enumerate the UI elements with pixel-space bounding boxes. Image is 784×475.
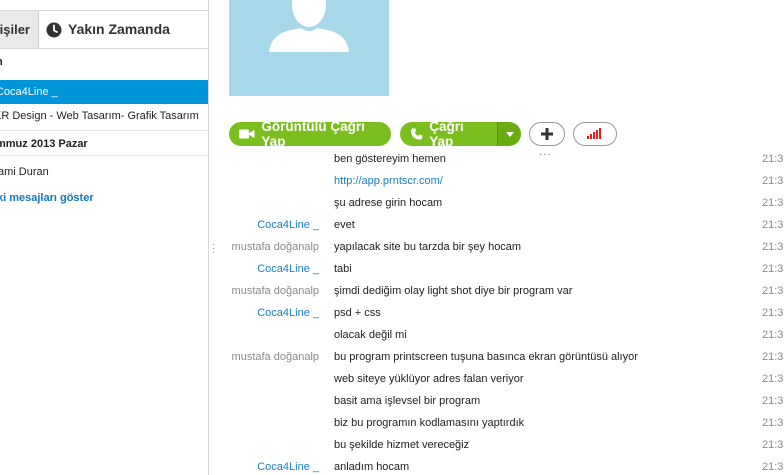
sidebar-item-label: ami Duran [0,166,49,178]
sidebar-item-label: Coca4Line _ [0,86,58,98]
message-time: 21:3 [762,329,784,341]
message-time: 21:3 [762,373,784,385]
divider [0,155,208,156]
chat-message: Coca4Line _ evet 21:3 [220,214,784,236]
message-text: biz bu programın kodlamasını yaptırdık [334,417,525,429]
call-quality-button[interactable] [573,122,617,146]
video-call-label: Görüntülü Çağrı Yap [261,119,365,149]
chat-message: ben göstereyim hemen 21:3 [220,150,784,170]
contacts-panel: işiler Yakın Zamanda n Coca4Line _ KR De… [0,0,209,475]
message-time: 21:3 [762,461,784,473]
contact-avatar [229,0,389,96]
clock-icon [46,22,62,37]
message-text: şimdi dediğim olay light shot diye bir p… [334,285,573,297]
message-time: 21:3 [762,439,784,451]
video-camera-icon [239,129,255,139]
chat-history: ben göstereyim hemen 21:3 http://app.prn… [220,150,784,475]
message-sender[interactable]: mustafa doğanalp [220,280,319,302]
phone-icon [410,128,423,140]
chat-message: basit ama işlevsel bir program 21:3 [220,390,784,412]
message-text: bu şekilde hizmet vereceğiz [334,439,470,451]
message-text: psd + css [334,307,381,319]
message-sender[interactable]: mustafa doğanalp [220,346,319,368]
message-time: 21:3 [762,307,784,319]
date-header: mmuz 2013 Pazar [0,136,208,152]
sidebar-item-coca4line[interactable]: Coca4Line _ [0,80,208,104]
section-header-label: n [0,56,3,68]
video-call-button[interactable]: Görüntülü Çağrı Yap [229,119,391,149]
message-time: 21:3 [762,219,784,231]
message-text: yapılacak site bu tarzda bir şey hocam [334,241,522,253]
message-text: olacak değil mi [334,329,407,341]
message-text: web siteye yüklüyor adres falan veriyor [334,373,524,385]
message-sender[interactable]: Coca4Line _ [220,214,319,236]
tab-contacts-label: işiler [0,22,30,37]
default-avatar-icon [269,0,349,52]
section-header: n [0,56,208,70]
chat-message: http://app.prntscr.com/ 21:3 [220,170,784,192]
chat-message: Coca4Line _ anladım hocam 21:3 [220,456,784,475]
message-text: tabi [334,263,352,275]
message-time: 21:3 [762,175,784,187]
message-time: 21:3 [762,351,784,363]
message-time: 21:3 [762,395,784,407]
signal-bars-icon [587,128,601,139]
sidebar-item-ami-duran[interactable]: ami Duran [0,164,208,180]
sidebar-item-kr-design[interactable]: KR Design - Web Tasarım- Grafik Tasarım [0,108,208,124]
message-time: 21:3 [762,153,784,165]
message-sender[interactable]: Coca4Line _ [220,302,319,324]
chat-message: Coca4Line _ psd + css 21:3 [220,302,784,324]
message-time: 21:3 [762,241,784,253]
chat-message: mustafa doğanalp bu program printscreen … [220,346,784,368]
chat-message: şu adrese girin hocam 21:3 [220,192,784,214]
chat-message: Coca4Line _ tabi 21:3 [220,258,784,280]
message-text: evet [334,219,355,231]
chat-message: mustafa doğanalp yapılacak site bu tarzd… [220,236,784,258]
show-older-messages-link[interactable]: ki mesajları göster [0,190,208,206]
message-time: 21:3 [762,285,784,297]
message-time: 21:3 [762,263,784,275]
tab-contacts[interactable]: işiler [0,11,39,48]
date-header-label: mmuz 2013 Pazar [0,138,88,150]
divider [0,130,208,131]
message-time: 21:3 [762,417,784,429]
chat-message: web siteye yüklüyor adres falan veriyor … [220,368,784,390]
sidebar-item-label: KR Design - Web Tasarım- Grafik Tasarım [0,110,199,122]
chat-message: mustafa doğanalp şimdi dediğim olay ligh… [220,280,784,302]
message-link[interactable]: http://app.prntscr.com/ [334,170,443,192]
message-text: basit ama işlevsel bir program [334,395,481,407]
message-text: bu program printscreen tuşuna basınca ek… [334,351,638,363]
chat-message: bu şekilde hizmet vereceğiz 21:3 [220,434,784,456]
sidebar-tabbar: işiler Yakın Zamanda [0,10,208,49]
call-label: Çağrı Yap [429,119,464,149]
plus-icon [541,128,553,140]
message-time: 21:3 [762,197,784,209]
show-older-messages-label: ki mesajları göster [0,192,94,204]
message-text: ben göstereyim hemen [334,153,446,165]
message-text: anladım hocam [334,461,410,473]
tab-recent[interactable]: Yakın Zamanda [46,11,170,48]
message-sender[interactable]: Coca4Line _ [220,258,319,280]
call-button[interactable]: Çağrı Yap [400,119,498,149]
panel-splitter-handle[interactable]: · · · [212,240,215,258]
message-sender[interactable]: Coca4Line _ [220,456,319,475]
add-participant-button[interactable] [529,122,565,146]
chat-message: biz bu programın kodlamasını yaptırdık 2… [220,412,784,434]
call-options-dropdown[interactable] [497,122,521,146]
tab-recent-label: Yakın Zamanda [68,21,170,37]
message-text: şu adrese girin hocam [334,197,443,209]
message-sender[interactable]: mustafa doğanalp [220,236,319,258]
chat-message: olacak değil mi 21:3 [220,324,784,346]
